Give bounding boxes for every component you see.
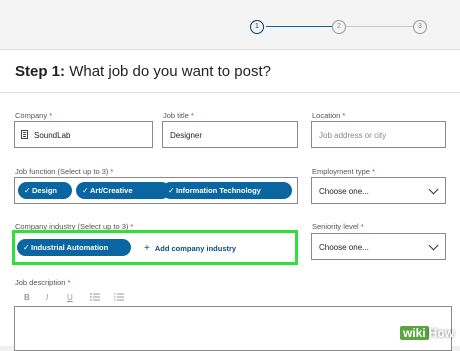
watermark-right: How bbox=[428, 326, 454, 340]
job-function-tag-design[interactable]: ✓ Design bbox=[18, 182, 72, 199]
seniority-level-label-text: Seniority level bbox=[312, 222, 359, 231]
job-function-field[interactable]: ✓ Design ✓ Art/Creative ✓ Information Techn… bbox=[14, 177, 298, 204]
job-title-label: Job title * bbox=[163, 111, 194, 120]
location-field[interactable]: Job address or city bbox=[311, 121, 446, 148]
tag-label: Design bbox=[32, 186, 58, 195]
step-title-prefix: Step 1: bbox=[15, 63, 66, 80]
company-value: SoundLab bbox=[34, 131, 71, 140]
stepper-bar: 1 2 3 bbox=[0, 0, 460, 50]
watermark-left: wiki bbox=[399, 326, 429, 340]
seniority-level-value: Choose one... bbox=[319, 243, 369, 252]
italic-button[interactable]: I bbox=[46, 293, 48, 302]
wikihow-watermark: wiki How bbox=[399, 326, 454, 340]
stepper-line-2 bbox=[344, 26, 414, 27]
job-description-label-text: Job description bbox=[15, 278, 66, 287]
required-mark: * bbox=[360, 222, 364, 231]
required-mark: * bbox=[110, 167, 114, 176]
company-field[interactable]: SoundLab bbox=[14, 121, 153, 148]
step-2-indicator[interactable]: 2 bbox=[332, 20, 346, 34]
job-title-value: Designer bbox=[170, 131, 203, 140]
job-title-field[interactable]: Designer bbox=[162, 121, 298, 148]
numbered-list-icon bbox=[114, 293, 124, 301]
company-label-text: Company bbox=[15, 111, 48, 120]
required-mark: * bbox=[371, 167, 375, 176]
step-title-question: What job do you want to post? bbox=[69, 63, 271, 80]
stepper-line-1 bbox=[266, 26, 332, 27]
job-function-label-text: Job function (Select up to 3) bbox=[15, 167, 109, 176]
title-divider bbox=[0, 92, 460, 93]
location-placeholder: Job address or city bbox=[319, 131, 387, 140]
required-mark: * bbox=[49, 111, 53, 120]
employment-type-label-text: Employment type bbox=[312, 167, 370, 176]
chevron-down-icon bbox=[428, 240, 439, 251]
job-description-label: Job description * bbox=[15, 278, 70, 287]
list-button[interactable] bbox=[90, 293, 100, 303]
company-industry-highlight bbox=[12, 230, 298, 265]
check-icon: ✓ bbox=[82, 186, 89, 195]
employment-type-value: Choose one... bbox=[319, 187, 369, 196]
employment-type-label: Employment type * bbox=[312, 167, 375, 176]
tag-label: Art/Creative bbox=[90, 186, 133, 195]
required-mark: * bbox=[342, 111, 346, 120]
job-title-label-text: Job title bbox=[163, 111, 189, 120]
required-mark: * bbox=[190, 111, 194, 120]
check-icon: ✓ bbox=[24, 186, 31, 195]
check-icon: ✓ bbox=[168, 186, 175, 195]
underline-button[interactable]: U bbox=[67, 293, 73, 302]
employment-type-select[interactable]: Choose one... bbox=[311, 177, 446, 204]
job-function-label: Job function (Select up to 3) * bbox=[15, 167, 113, 176]
job-description-editor[interactable] bbox=[14, 306, 452, 351]
seniority-level-select[interactable]: Choose one... bbox=[311, 233, 446, 260]
location-label: Location * bbox=[312, 111, 345, 120]
building-icon bbox=[21, 130, 28, 139]
job-function-tag-information-technology[interactable]: ✓ Information Technology bbox=[162, 182, 292, 199]
numbered-list-button[interactable] bbox=[114, 293, 124, 303]
list-icon bbox=[90, 293, 100, 301]
company-label: Company * bbox=[15, 111, 52, 120]
bold-button[interactable]: B bbox=[24, 293, 30, 302]
page-title: Step 1: What job do you want to post? bbox=[15, 63, 271, 80]
seniority-level-label: Seniority level * bbox=[312, 222, 364, 231]
location-label-text: Location bbox=[312, 111, 341, 120]
required-mark: * bbox=[67, 278, 71, 287]
step-3-indicator[interactable]: 3 bbox=[413, 20, 427, 34]
chevron-down-icon bbox=[428, 184, 439, 195]
step-1-indicator[interactable]: 1 bbox=[250, 20, 264, 34]
tag-label: Information Technology bbox=[176, 186, 261, 195]
job-function-tag-art-creative[interactable]: ✓ Art/Creative bbox=[76, 182, 170, 199]
